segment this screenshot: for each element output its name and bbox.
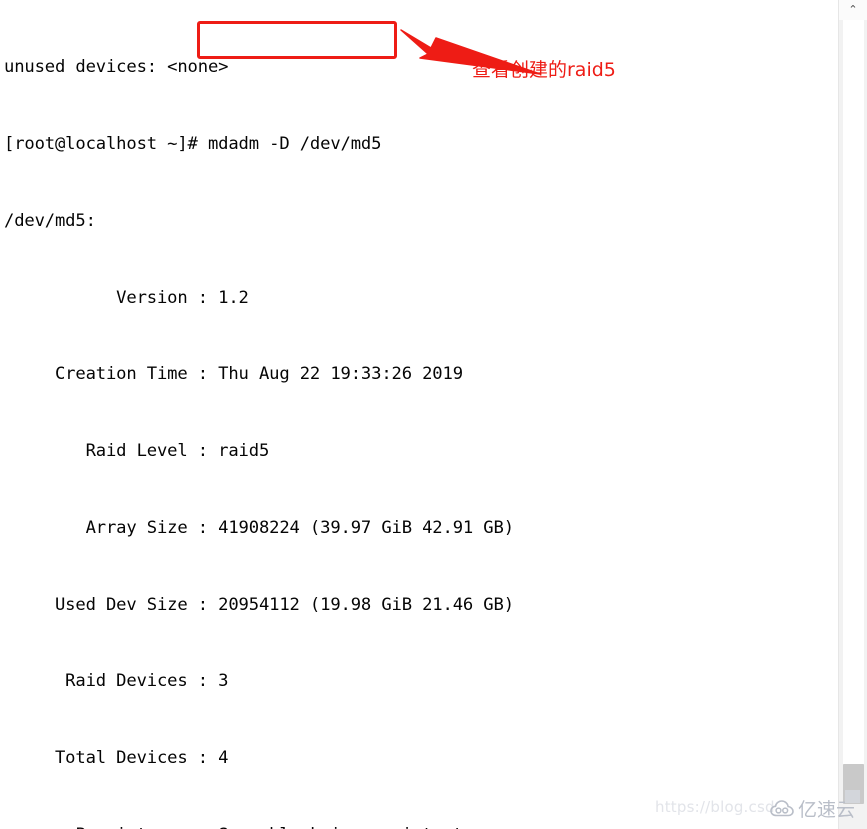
chevron-up-icon[interactable]: ⌃ [839,0,867,20]
watermark-url: https://blog.csd [655,798,775,816]
terminal-output[interactable]: unused devices: <none> [root@localhost ~… [0,0,838,829]
watermark-brand: 亿速云 [770,795,855,822]
terminal-line-command: [root@localhost ~]# mdadm -D /dev/md5 [4,133,382,154]
corner-artifact [845,790,860,803]
vertical-scrollbar[interactable]: ⌃ [838,0,867,829]
terminal-line: unused devices: <none> [4,57,229,78]
terminal-line-creation-time: Creation Time : Thu Aug 22 19:33:26 2019 [4,364,463,385]
terminal-line-raid-devices: Raid Devices : 3 [4,671,229,692]
annotation-label: 查看创建的raid5 [472,59,616,81]
terminal-line-persistence: Persistence : Superblock is persistent [4,823,838,829]
terminal-line-used-dev-size: Used Dev Size : 20954112 (19.98 GiB 21.4… [4,594,514,615]
terminal-line-version: Version : 1.2 [4,287,249,308]
terminal-line: /dev/md5: [4,210,96,231]
terminal-line-raid-level: Raid Level : raid5 [4,441,270,462]
terminal-line-total-devices: Total Devices : 4 [4,748,229,769]
terminal-line-array-size: Array Size : 41908224 (39.97 GiB 42.91 G… [4,517,514,538]
scrollbar-track[interactable] [843,20,864,764]
screenshot-root: unused devices: <none> [root@localhost ~… [0,0,867,829]
cloud-icon [770,800,794,817]
